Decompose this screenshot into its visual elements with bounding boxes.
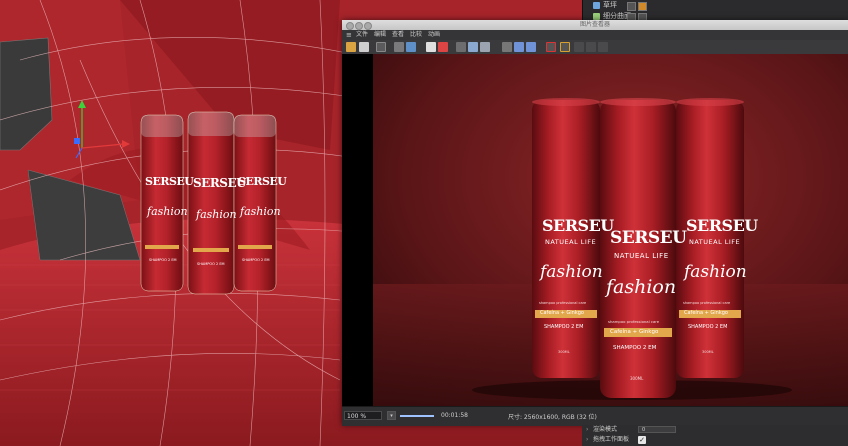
menu-file[interactable]: 文件	[356, 30, 368, 40]
expand-arrow-icon[interactable]: ›	[586, 425, 588, 435]
bottle-2-product: SHAMPOO 2 EM	[613, 345, 657, 351]
save-icon[interactable]	[359, 42, 369, 52]
viewport-bottle-3-name: fashion	[240, 205, 281, 218]
compare-a-icon[interactable]	[438, 42, 448, 52]
attributes-panel: › 渲染模式 0 › 拖拽工作面板 ✓	[582, 425, 848, 446]
bottle-3-volume: 300ML	[702, 350, 714, 354]
menu-grip-icon: ≡	[346, 31, 352, 39]
object-icon	[593, 2, 600, 9]
render-image[interactable]: SERSEU NATUEAL LIFE fashion shampoo prof…	[342, 54, 848, 406]
menu-animation[interactable]: 动画	[428, 30, 440, 40]
object-label: 草坪	[603, 1, 617, 9]
swap-icon[interactable]	[480, 42, 490, 52]
menu-edit[interactable]: 编辑	[374, 30, 386, 40]
drag-panel-checkbox[interactable]: ✓	[638, 436, 646, 444]
viewport-bottle-2-name: fashion	[196, 208, 237, 221]
split-icon[interactable]	[468, 42, 478, 52]
bottle-3-tag: Cafeína + Ginkgo	[684, 310, 728, 316]
window-title: 图片查看器	[579, 21, 610, 28]
menu-view[interactable]: 查看	[392, 30, 404, 40]
tag-icon[interactable]	[638, 2, 647, 11]
bottle-1-line: NATUEAL LIFE	[545, 238, 597, 246]
visibility-toggle[interactable]	[627, 2, 636, 11]
channel-icon[interactable]	[502, 42, 512, 52]
viewport-bottles[interactable]	[140, 111, 277, 295]
attr-row-drag-panel: › 拖拽工作面板 ✓	[582, 435, 848, 445]
ab-icon[interactable]	[456, 42, 466, 52]
menu-compare[interactable]: 比较	[410, 30, 422, 40]
region-icon[interactable]	[406, 42, 416, 52]
object-manager: 草坪 细分曲面	[582, 0, 848, 22]
attr-label: 渲染模式	[593, 426, 618, 433]
bottle-2-tag: Cafeína + Ginkgo	[610, 329, 659, 335]
menu-bar: ≡ 文件 编辑 查看 比较 动画	[342, 30, 848, 40]
viewport-bottle-1-brand: SERSEU	[145, 175, 194, 188]
bottle-1-sub: shampoo professional care	[539, 301, 587, 305]
zoom-dropdown-icon[interactable]: ▾	[387, 411, 396, 420]
toolbar	[342, 40, 848, 55]
mark-a-icon[interactable]	[546, 42, 556, 52]
viewport-bottle-2-product: SHAMPOO 2 EM	[197, 262, 225, 266]
render-progress-fill	[400, 415, 434, 417]
fit-icon[interactable]	[514, 42, 524, 52]
bottle-1-name: fashion	[540, 262, 603, 282]
zoom-field[interactable]: 100 %	[344, 411, 382, 420]
viewport-bottle-1-product: SHAMPOO 2 EM	[149, 258, 177, 262]
layout-icon[interactable]	[574, 42, 584, 52]
subdivision-icon	[593, 13, 600, 20]
bottle-2-line: NATUEAL LIFE	[614, 252, 669, 260]
object-row[interactable]: 草坪	[583, 0, 848, 11]
viewport-bottle-3-brand: SERSEU	[238, 175, 287, 188]
bottle-2-volume: 300ML	[630, 376, 644, 381]
clapper-icon[interactable]	[376, 42, 386, 52]
bottle-2-brand: SERSEU	[610, 228, 687, 248]
bottle-2-sub: shampoo professional care	[608, 319, 660, 324]
image-info: 尺寸: 2560x1600, RGB (32 位)	[508, 414, 597, 421]
bottle-2-name: fashion	[606, 276, 677, 298]
attr-row-render-mode: › 渲染模式 0	[582, 425, 848, 435]
expand-arrow-icon[interactable]: ›	[586, 435, 588, 445]
bottle-1-product: SHAMPOO 2 EM	[544, 324, 584, 330]
bottle-3-line: NATUEAL LIFE	[689, 238, 741, 246]
bottle-3-brand: SERSEU	[686, 216, 758, 235]
attr-label: 拖拽工作面板	[593, 436, 630, 443]
list-icon[interactable]	[586, 42, 596, 52]
bottle-1-tag: Cafeína + Ginkgo	[540, 310, 584, 316]
bottle-3-sub: shampoo professional care	[683, 301, 731, 305]
bottle-1-volume: 300ML	[558, 350, 570, 354]
grid-icon[interactable]	[598, 42, 608, 52]
bottle-3-product: SHAMPOO 2 EM	[688, 324, 728, 330]
crop-icon[interactable]	[394, 42, 404, 52]
picture-viewer-window: 图片查看器 ≡ 文件 编辑 查看 比较 动画 SERSEU NATUEAL LI…	[342, 20, 848, 426]
render-mode-dropdown[interactable]: 0	[638, 426, 676, 433]
bottle-3-name: fashion	[684, 262, 747, 282]
mark-b-icon[interactable]	[560, 42, 570, 52]
render-time: 00:01:58	[441, 412, 468, 419]
status-bar: 100 % ▾ 00:01:58 尺寸: 2560x1600, RGB (32 …	[342, 406, 848, 426]
open-folder-icon[interactable]	[346, 42, 356, 52]
bottle-1-brand: SERSEU	[542, 216, 614, 235]
copy-icon[interactable]	[426, 42, 436, 52]
render-progress-bar	[400, 415, 434, 417]
viewport-bottle-1-name: fashion	[147, 205, 188, 218]
viewport-bottle-3-product: SHAMPOO 2 EM	[242, 258, 270, 262]
fill-icon[interactable]	[526, 42, 536, 52]
